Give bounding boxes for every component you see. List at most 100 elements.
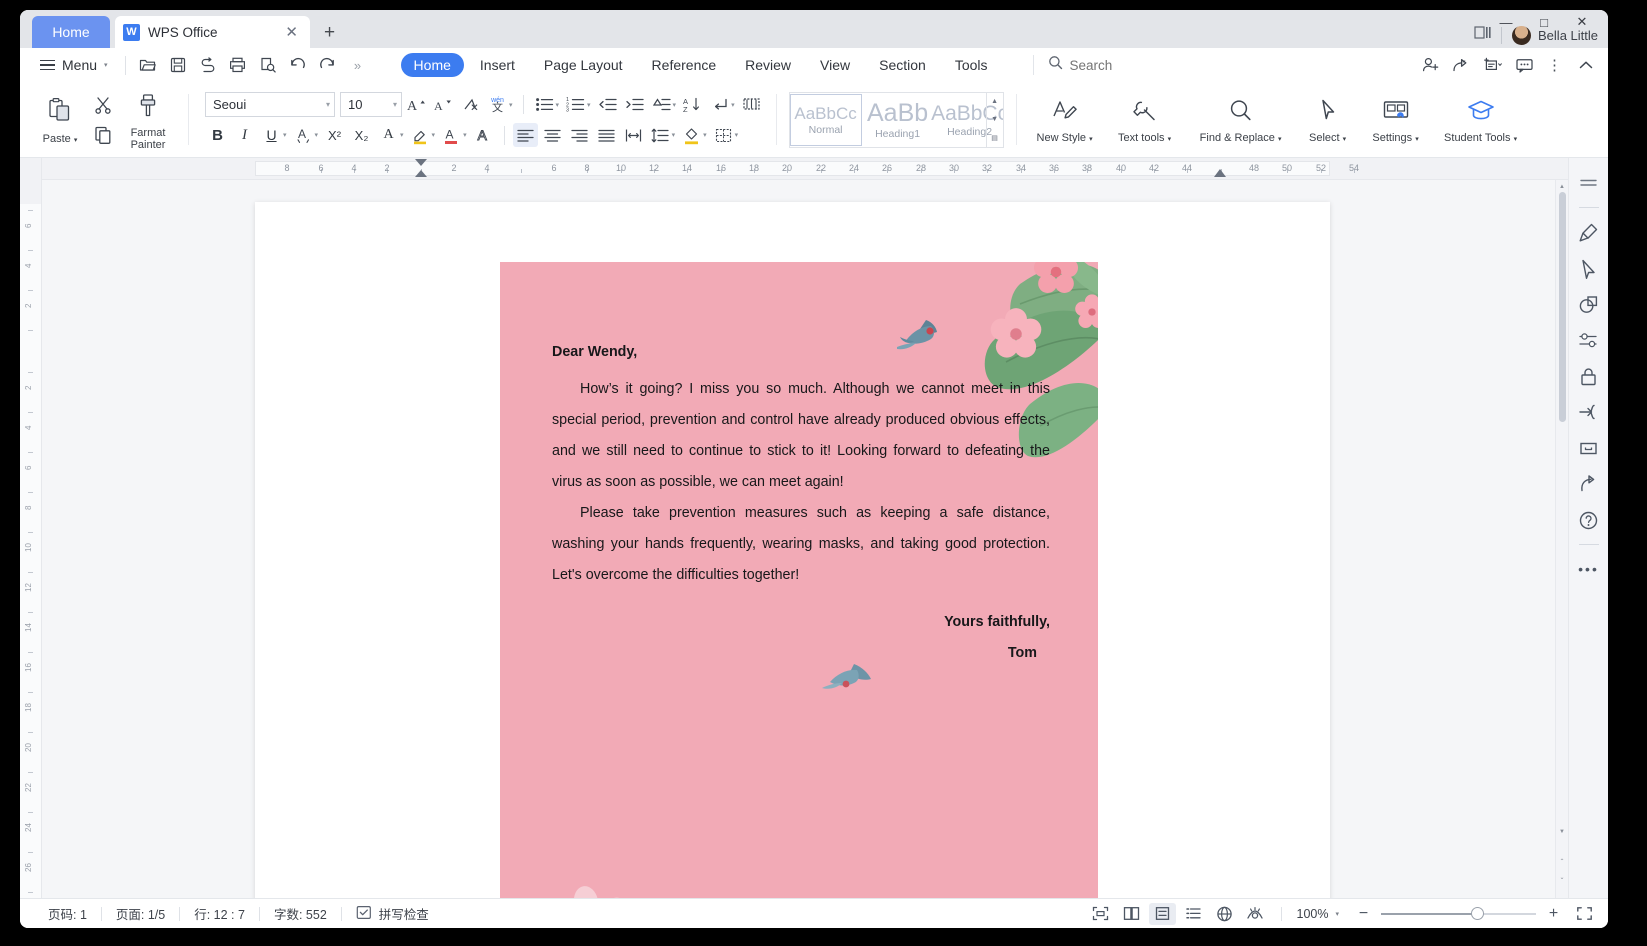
web-layout-view-button[interactable] bbox=[1211, 903, 1238, 925]
page-count-status[interactable]: 页面: 1/5 bbox=[102, 904, 179, 923]
zoom-out-button[interactable]: − bbox=[1350, 903, 1377, 925]
distribute-icon[interactable] bbox=[621, 123, 646, 147]
share-user-icon[interactable] bbox=[1417, 53, 1445, 77]
right-indent-marker[interactable] bbox=[1214, 169, 1226, 177]
letter-text[interactable]: Dear Wendy, How’s it going? I miss you s… bbox=[552, 337, 1050, 669]
decrease-indent-icon[interactable] bbox=[595, 93, 620, 117]
superscript-button[interactable]: X² bbox=[322, 123, 347, 147]
brush-icon[interactable] bbox=[1573, 215, 1605, 249]
show-paragraph-marks-icon[interactable] bbox=[707, 93, 732, 117]
chevron-down-icon[interactable]: ▾ bbox=[432, 131, 436, 139]
chevron-down-icon[interactable]: ▾ bbox=[672, 131, 676, 139]
next-page-button[interactable]: ⌄ bbox=[1556, 871, 1568, 884]
zoom-slider[interactable] bbox=[1381, 907, 1536, 921]
horizontal-ruler[interactable]: 8 6 4 2 2 4 6 8 10 12 14 16 18 20 22 24 … bbox=[42, 158, 1568, 180]
full-screen-view-button[interactable] bbox=[1087, 903, 1114, 925]
chevron-down-icon[interactable]: ▾ bbox=[400, 131, 404, 139]
underline-button[interactable]: U bbox=[259, 123, 284, 147]
reading-eye-view-button[interactable] bbox=[1242, 903, 1269, 925]
search-area[interactable] bbox=[1032, 55, 1250, 75]
shading-icon[interactable] bbox=[679, 123, 704, 147]
menu-button[interactable]: Menu ▾ bbox=[32, 57, 116, 73]
new-style-button[interactable]: New Style ▾ bbox=[1029, 93, 1101, 146]
document-tab[interactable]: W WPS Office ✕ bbox=[115, 16, 310, 48]
styles-scroll-down[interactable]: ▼ bbox=[987, 111, 1003, 129]
print-layout-view-button[interactable] bbox=[1148, 902, 1176, 925]
shapes-icon[interactable] bbox=[1573, 287, 1605, 321]
pinyin-guide-icon[interactable]: wén 文 bbox=[485, 93, 510, 117]
document-canvas[interactable]: Dear Wendy, How’s it going? I miss you s… bbox=[42, 180, 1568, 898]
increase-indent-icon[interactable] bbox=[622, 93, 647, 117]
shrink-font-icon[interactable]: A bbox=[431, 93, 456, 117]
sort-icon[interactable]: AZ bbox=[680, 93, 705, 117]
numbering-icon[interactable]: 123 bbox=[563, 93, 588, 117]
font-size-combo[interactable]: 10 ▾ bbox=[340, 92, 402, 117]
highlight-icon[interactable] bbox=[408, 123, 433, 147]
vertical-scrollbar[interactable]: ▲ ▼ ⌃ ⌄ bbox=[1555, 180, 1568, 898]
zoom-slider-handle[interactable] bbox=[1470, 907, 1484, 920]
tab-view[interactable]: View bbox=[807, 53, 863, 77]
chevron-down-icon[interactable]: ▾ bbox=[556, 101, 560, 109]
align-right-icon[interactable] bbox=[567, 123, 592, 147]
page-number-status[interactable]: 页码: 1 bbox=[34, 904, 101, 923]
columns-icon[interactable] bbox=[739, 93, 764, 117]
comment-icon[interactable] bbox=[1510, 53, 1538, 77]
minimize-button[interactable]: — bbox=[1488, 11, 1524, 33]
chevron-down-icon[interactable]: ▾ bbox=[735, 131, 739, 139]
font-color-icon[interactable]: A bbox=[439, 123, 464, 147]
new-doc-icon[interactable] bbox=[1479, 53, 1507, 77]
font-name-combo[interactable]: Seoui ▾ bbox=[205, 92, 335, 117]
fit-screen-icon[interactable] bbox=[1571, 903, 1598, 925]
chevron-down-icon[interactable]: ▾ bbox=[703, 131, 707, 139]
strikethrough-button[interactable]: A bbox=[291, 123, 316, 147]
close-window-button[interactable]: ✕ bbox=[1564, 11, 1600, 33]
borders-icon[interactable] bbox=[711, 123, 736, 147]
more-options-icon[interactable]: ••• bbox=[1573, 552, 1605, 586]
paste-button[interactable]: Paste ▾ bbox=[34, 93, 86, 147]
style-normal[interactable]: AaBbCc Normal bbox=[789, 93, 862, 146]
character-border-button[interactable]: A bbox=[376, 123, 401, 147]
clear-format-icon[interactable] bbox=[458, 93, 483, 117]
chevron-down-icon[interactable]: ▾ bbox=[283, 131, 287, 139]
bold-button[interactable]: B bbox=[205, 123, 230, 147]
settings-button[interactable]: Settings ▾ bbox=[1363, 93, 1429, 146]
save-icon[interactable] bbox=[165, 53, 191, 77]
document-page[interactable]: Dear Wendy, How’s it going? I miss you s… bbox=[255, 202, 1330, 898]
vertical-ruler[interactable]: 6 4 2 2 4 6 8 10 12 14 16 18 20 22 24 26… bbox=[20, 158, 42, 898]
cursor-select-icon[interactable] bbox=[1573, 251, 1605, 285]
zoom-chevron-down-icon[interactable]: ▾ bbox=[1335, 910, 1346, 918]
student-tools-button[interactable]: Student Tools ▾ bbox=[1436, 93, 1526, 146]
open-icon[interactable] bbox=[135, 53, 161, 77]
line-spacing-icon[interactable] bbox=[648, 123, 673, 147]
close-tab-icon[interactable]: ✕ bbox=[281, 23, 302, 41]
quick-access-overflow-icon[interactable]: » bbox=[345, 53, 371, 77]
text-effect-icon[interactable]: A bbox=[471, 123, 496, 147]
print-preview-icon[interactable] bbox=[255, 53, 281, 77]
subscript-button[interactable]: X₂ bbox=[349, 123, 374, 147]
zoom-level-label[interactable]: 100% bbox=[1294, 907, 1332, 921]
new-tab-button[interactable]: + bbox=[324, 22, 335, 44]
indent-brace-icon[interactable] bbox=[1573, 395, 1605, 429]
tab-insert[interactable]: Insert bbox=[467, 53, 528, 77]
help-icon[interactable] bbox=[1573, 503, 1605, 537]
chevron-down-icon[interactable]: ▾ bbox=[587, 101, 591, 109]
italic-button[interactable]: I bbox=[232, 123, 257, 147]
scroll-down-arrow[interactable]: ▼ bbox=[1556, 825, 1568, 838]
print-icon[interactable] bbox=[225, 53, 251, 77]
zoom-in-button[interactable]: + bbox=[1540, 903, 1567, 925]
panel-toggle-icon[interactable] bbox=[1573, 166, 1605, 200]
styles-scroll-up[interactable]: ▲ bbox=[987, 93, 1003, 111]
multilevel-list-icon[interactable] bbox=[649, 93, 674, 117]
chevron-down-icon[interactable]: ▾ bbox=[315, 131, 319, 139]
search-input[interactable] bbox=[1069, 57, 1250, 73]
redo-icon[interactable] bbox=[315, 53, 341, 77]
first-line-indent-marker[interactable] bbox=[415, 159, 427, 166]
export-icon[interactable] bbox=[1448, 53, 1476, 77]
more-icon[interactable]: ⋮ bbox=[1541, 53, 1569, 77]
save-as-icon[interactable] bbox=[195, 53, 221, 77]
chevron-down-icon[interactable]: ▾ bbox=[463, 131, 467, 139]
share-arrow-icon[interactable] bbox=[1573, 467, 1605, 501]
bullets-icon[interactable] bbox=[532, 93, 557, 117]
align-center-icon[interactable] bbox=[540, 123, 565, 147]
tab-home[interactable]: Home bbox=[400, 53, 464, 77]
